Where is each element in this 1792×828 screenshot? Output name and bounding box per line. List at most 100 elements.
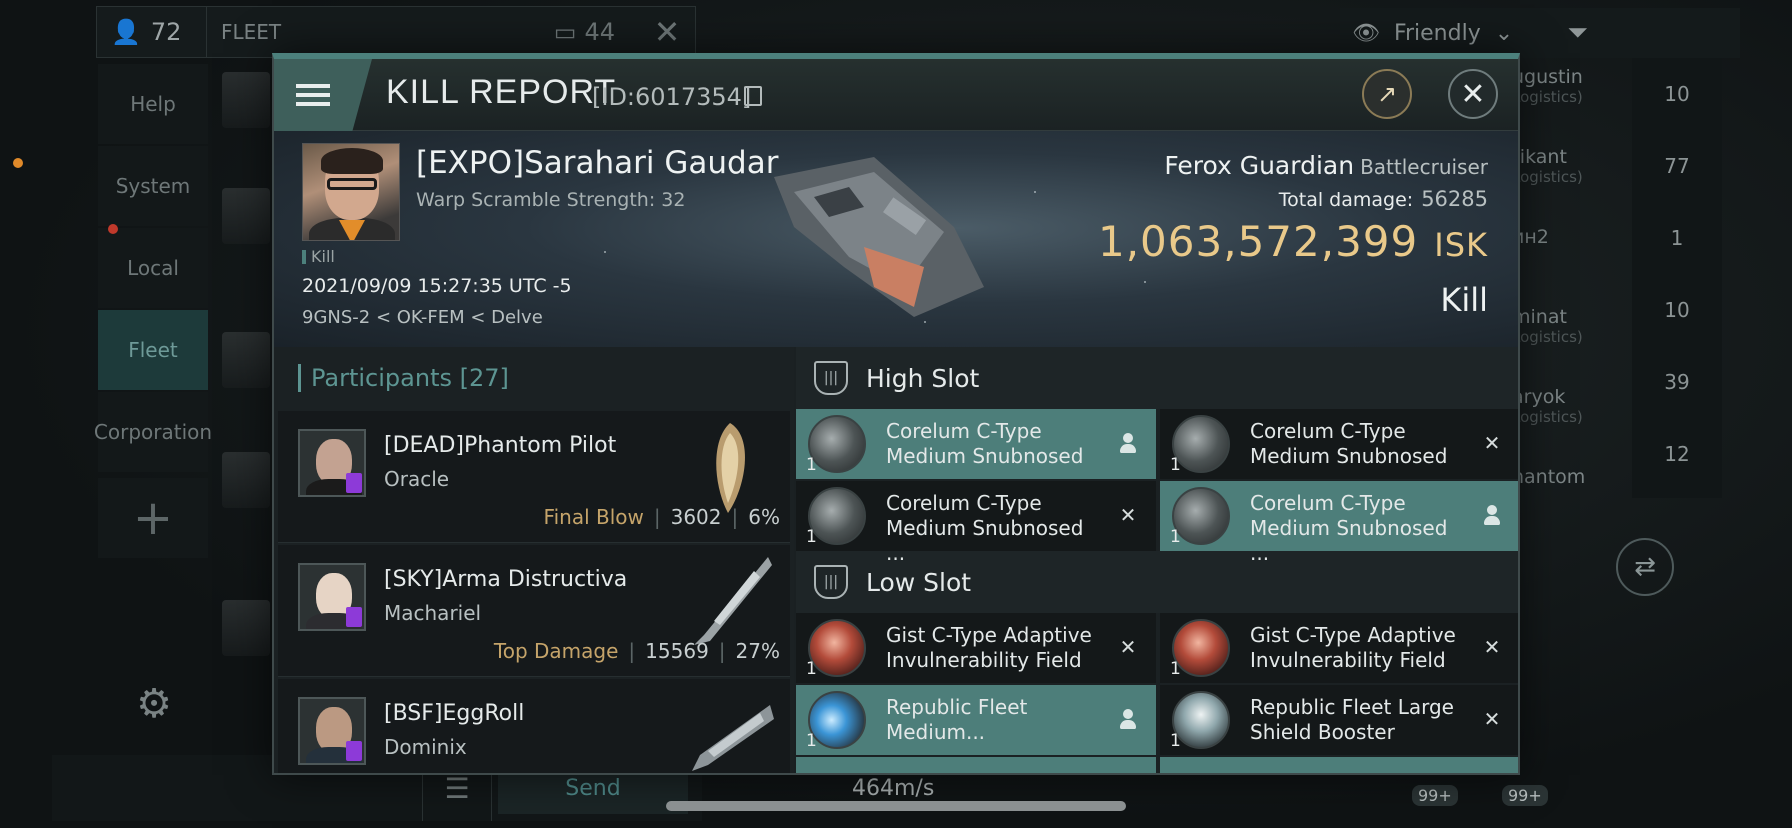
ship-name: Ferox Guardian Battlecruiser bbox=[1164, 151, 1488, 180]
fitting-panel: ||| High Slot 1 Corelum C-Type Medium Sn… bbox=[796, 347, 1518, 773]
victim-name[interactable]: [EXPO]Sarahari Gaudar bbox=[416, 145, 778, 181]
module-item[interactable]: 1 Corelum C-Type Medium Snubnosed ... ✕ bbox=[1160, 409, 1518, 493]
participant-ship: Oracle bbox=[384, 467, 450, 491]
high-slot-modules: 1 Corelum C-Type Medium Snubnosed ... 1 … bbox=[796, 409, 1518, 565]
menu-button[interactable] bbox=[274, 59, 372, 131]
list-item[interactable]: minat Logistics) bbox=[1512, 298, 1632, 378]
side-item-corporation[interactable]: Corporation bbox=[94, 392, 212, 472]
destroyed-icon: ✕ bbox=[1483, 707, 1501, 731]
action-count[interactable]: 77 bbox=[1632, 130, 1722, 202]
avatar bbox=[222, 452, 270, 508]
total-damage: Total damage: 56285 bbox=[1278, 187, 1488, 211]
list-item[interactable]: rikant Logistics) bbox=[1512, 138, 1632, 218]
count-badge: 99+ bbox=[1412, 785, 1458, 806]
dropped-icon bbox=[1116, 431, 1140, 455]
fleet-member-count[interactable]: 👤 72 bbox=[97, 7, 207, 57]
module-item[interactable]: 1 Gist C-Type Adaptive Invulnerability F… bbox=[796, 613, 1156, 683]
participant-name: [BSF]EggRoll bbox=[384, 701, 525, 726]
participants-panel: Participants [27] [DEAD]Phantom Pilot Or… bbox=[274, 347, 794, 773]
kill-timestamp: 2021/09/09 15:27:35 UTC -5 bbox=[302, 275, 572, 297]
participants-header[interactable]: Participants [27] bbox=[274, 347, 794, 409]
kill-location: 9GNS-2 < OK-FEM < Delve bbox=[302, 307, 543, 328]
list-item[interactable]: hantom bbox=[1512, 458, 1632, 538]
victim-banner: [EXPO]Sarahari Gaudar Warp Scramble Stre… bbox=[274, 131, 1518, 347]
side-item-help[interactable]: Help bbox=[98, 64, 208, 144]
avatar[interactable] bbox=[298, 697, 366, 765]
count-badge: 99+ bbox=[1502, 785, 1548, 806]
overview-list: ugustin Logistics) rikant Logistics) ин2 m… bbox=[1512, 58, 1632, 538]
rank-badge bbox=[346, 473, 362, 493]
speed-readout: 464m/s bbox=[852, 776, 935, 801]
swap-icon[interactable]: ⇄ bbox=[1616, 538, 1674, 596]
close-button[interactable]: ✕ bbox=[1448, 69, 1498, 119]
action-count[interactable]: 10 bbox=[1632, 274, 1722, 346]
dialog-title: KILL REPORT bbox=[386, 73, 617, 111]
high-slot-header: ||| High Slot bbox=[796, 347, 1518, 409]
gear-icon[interactable]: ⚙ bbox=[130, 680, 178, 728]
fleet-title: FLEET bbox=[221, 20, 282, 44]
avatar[interactable] bbox=[298, 563, 366, 631]
isk-value: 1,063,572,399 ISK bbox=[1097, 217, 1488, 266]
participant-row[interactable]: [SKY]Arma Distructiva Machariel Top Dama… bbox=[278, 545, 790, 677]
list-item[interactable]: ин2 bbox=[1512, 218, 1632, 298]
overview-actions: 10 77 1 10 39 12 bbox=[1632, 58, 1722, 498]
overview-filter[interactable]: 👁 Friendly ⌄ ⏷ bbox=[1340, 8, 1740, 58]
destroyed-icon: ✕ bbox=[1483, 635, 1501, 659]
fleet-side-menu: Help System Local Fleet Corporation + bbox=[94, 64, 212, 558]
participant-stats: Final Blow | 3602 | 6% bbox=[543, 505, 780, 529]
warp-scramble-strength: Warp Scramble Strength: 32 bbox=[416, 189, 686, 211]
action-count[interactable]: 12 bbox=[1632, 418, 1722, 490]
chat-icon: ▭ bbox=[553, 18, 577, 46]
low-slot-icon: ||| bbox=[814, 565, 848, 599]
list-item[interactable]: ugustin Logistics) bbox=[1512, 58, 1632, 138]
add-icon[interactable]: + bbox=[98, 478, 208, 558]
side-item-local[interactable]: Local bbox=[98, 228, 208, 308]
low-slot-modules: 1 Gist C-Type Adaptive Invulnerability F… bbox=[796, 613, 1518, 773]
notification-dot bbox=[13, 158, 23, 168]
side-item-system[interactable]: System bbox=[98, 146, 208, 226]
module-item[interactable] bbox=[796, 757, 1156, 773]
avatar[interactable] bbox=[298, 429, 366, 497]
action-count[interactable]: 10 bbox=[1632, 58, 1722, 130]
module-item[interactable]: 1 Gist C-Type Adaptive Invulnerability F… bbox=[1160, 613, 1518, 683]
home-indicator[interactable] bbox=[666, 801, 1126, 811]
module-item[interactable]: 1 Corelum C-Type Medium Snubnosed ... ✕ bbox=[796, 481, 1156, 565]
filter-icon[interactable]: ⏷ bbox=[1567, 18, 1588, 49]
close-icon[interactable]: ✕ bbox=[639, 7, 695, 57]
avatar bbox=[222, 72, 270, 128]
list-item[interactable]: aryok Logistics) bbox=[1512, 378, 1632, 458]
module-item[interactable]: 1 Republic Fleet Large Shield Booster ✕ bbox=[1160, 685, 1518, 755]
dialog-header: KILL REPORT [ID:6017354] ↗ ✕ bbox=[274, 59, 1518, 131]
kill-id: [ID:6017354] bbox=[592, 83, 752, 111]
ship-thumbnail bbox=[716, 423, 745, 513]
hamburger-icon bbox=[296, 79, 330, 111]
avatar bbox=[222, 188, 270, 244]
ship-thumbnail bbox=[692, 705, 774, 771]
share-button[interactable]: ↗ bbox=[1362, 69, 1412, 119]
module-item[interactable]: 1 Republic Fleet Medium... bbox=[796, 685, 1156, 755]
high-slot-icon: ||| bbox=[814, 361, 848, 395]
module-item[interactable] bbox=[1160, 757, 1518, 773]
participant-row[interactable]: [DEAD]Phantom Pilot Oracle Final Blow | 3… bbox=[278, 411, 790, 543]
eye-icon: 👁 bbox=[1352, 20, 1380, 46]
participant-ship: Dominix bbox=[384, 735, 467, 759]
copy-icon[interactable] bbox=[744, 86, 762, 106]
avatar bbox=[222, 332, 270, 388]
fleet-chat-count[interactable]: ▭ 44 bbox=[554, 18, 639, 46]
participant-row[interactable]: [BSF]EggRoll Dominix bbox=[278, 679, 790, 773]
module-item[interactable]: 1 Corelum C-Type Medium Snubnosed ... bbox=[1160, 481, 1518, 565]
avatar bbox=[222, 600, 270, 656]
rank-badge bbox=[346, 607, 362, 627]
action-count[interactable]: 39 bbox=[1632, 346, 1722, 418]
kill-report-dialog: KILL REPORT [ID:6017354] ↗ ✕ [EXPO]Sarah… bbox=[272, 53, 1520, 775]
ship-thumbnail bbox=[694, 557, 772, 645]
close-icon: ✕ bbox=[1460, 76, 1486, 112]
report-type: Kill bbox=[1440, 281, 1488, 319]
victim-portrait[interactable] bbox=[302, 143, 400, 241]
side-item-fleet[interactable]: Fleet bbox=[98, 310, 208, 390]
action-count[interactable]: 1 bbox=[1632, 202, 1722, 274]
module-item[interactable]: 1 Corelum C-Type Medium Snubnosed ... bbox=[796, 409, 1156, 493]
dropped-icon bbox=[1480, 503, 1504, 527]
dropped-icon bbox=[1116, 707, 1140, 731]
participant-name: [SKY]Arma Distructiva bbox=[384, 567, 628, 592]
